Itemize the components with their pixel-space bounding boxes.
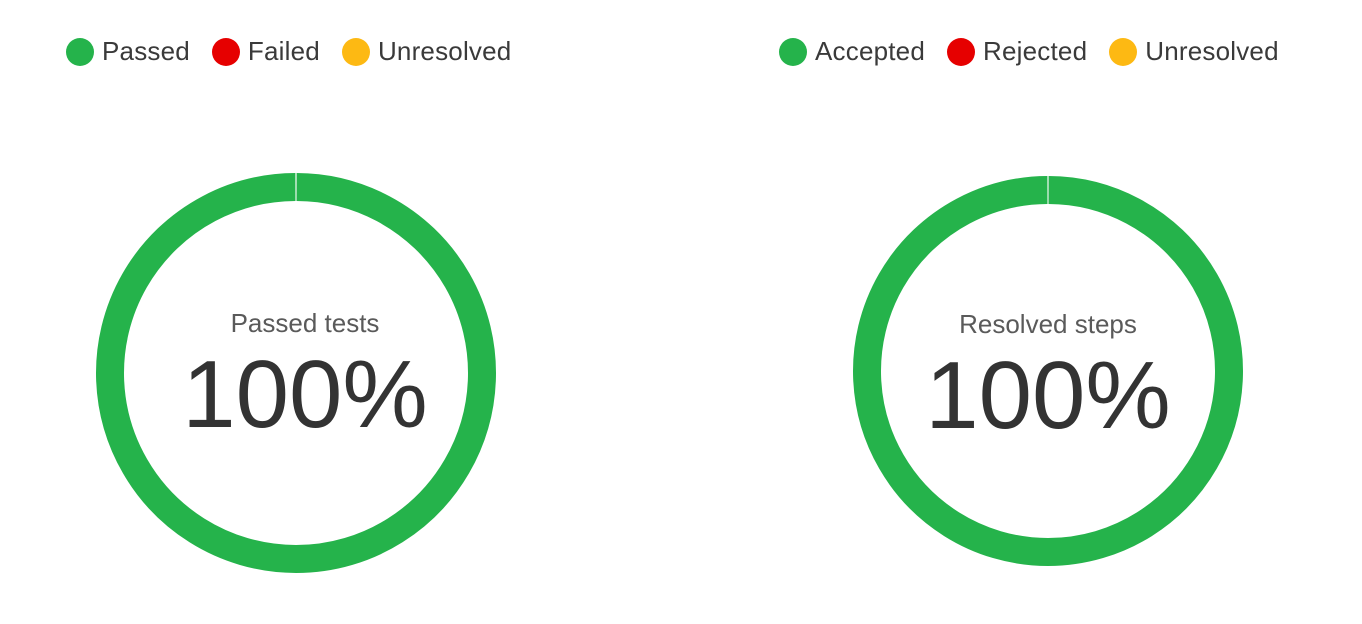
legend-item-unresolved[interactable]: Unresolved xyxy=(341,36,512,67)
legend-item-unresolved-steps[interactable]: Unresolved xyxy=(1109,36,1279,67)
legend-label-rejected: Rejected xyxy=(983,36,1088,66)
resolved-steps-chart-panel: Accepted Rejected Unresolved Resolved st… xyxy=(740,0,1340,624)
legend-swatch-rejected xyxy=(947,37,976,66)
passed-tests-percentage: 100% xyxy=(182,341,428,448)
passed-tests-donut: Passed tests 100% xyxy=(96,173,496,573)
legend-item-passed[interactable]: Passed xyxy=(66,36,190,67)
legend-swatch-failed xyxy=(211,37,240,66)
resolved-steps-percentage: 100% xyxy=(925,342,1171,449)
legend-label-unresolved: Unresolved xyxy=(377,36,512,66)
legend-label-accepted: Accepted xyxy=(815,36,926,66)
legend-label-passed: Passed xyxy=(102,36,190,66)
passed-tests-title: Passed tests xyxy=(231,308,380,338)
legend-swatch-accepted xyxy=(779,37,807,66)
passed-tests-chart-panel: Passed Failed Unresolved Passed tests 10… xyxy=(0,0,600,624)
legend-swatch-unresolved-steps xyxy=(1109,37,1138,66)
resolved-steps-title: Resolved steps xyxy=(959,309,1137,339)
resolved-steps-legend: Accepted Rejected Unresolved xyxy=(779,36,1279,67)
legend-swatch-unresolved xyxy=(341,37,370,66)
passed-tests-legend: Passed Failed Unresolved xyxy=(66,36,511,67)
legend-item-rejected[interactable]: Rejected xyxy=(947,36,1087,67)
legend-item-accepted[interactable]: Accepted xyxy=(779,36,925,67)
legend-label-failed: Failed xyxy=(247,36,320,66)
legend-swatch-passed xyxy=(66,37,94,66)
legend-item-failed[interactable]: Failed xyxy=(211,36,320,67)
resolved-steps-donut: Resolved steps 100% xyxy=(853,176,1243,566)
legend-label-unresolved-steps: Unresolved xyxy=(1145,36,1279,66)
